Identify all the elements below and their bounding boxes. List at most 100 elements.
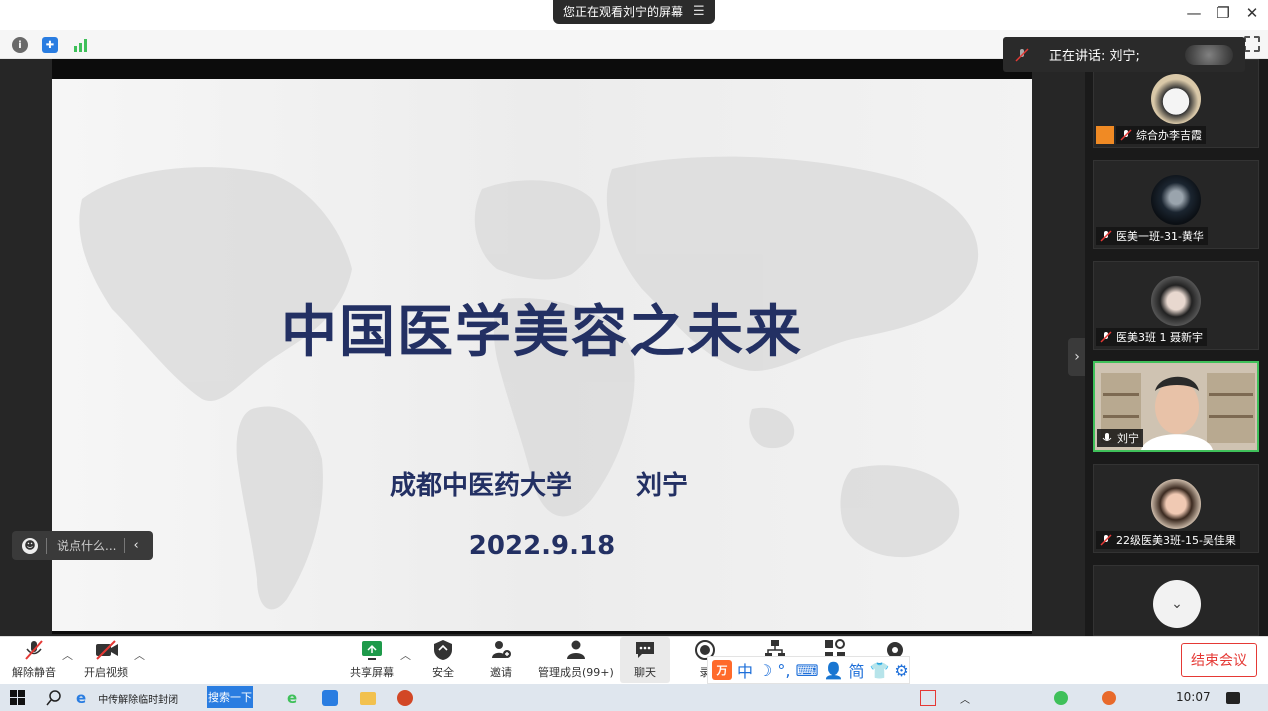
ime-punctuation-icon[interactable]: °,: [777, 661, 790, 680]
video-options-caret[interactable]: ︿: [134, 647, 145, 663]
slide-title: 中国医学美容之未来: [281, 300, 803, 365]
minimize-button[interactable]: —: [1183, 4, 1205, 22]
tray-chevron-icon[interactable]: ︿: [960, 689, 970, 707]
mic-muted-icon: [1120, 129, 1132, 141]
mic-muted-icon: [1100, 534, 1112, 546]
participant-gallery[interactable]: 综合办李吉霞 医美一班-31-黄华 医美3班 1 聂新宇 刘宁 22级医美3班-…: [1085, 59, 1268, 636]
start-video-button[interactable]: 开启视频: [84, 639, 128, 680]
ime-moon-icon[interactable]: ☽: [758, 661, 772, 680]
start-video-label: 开启视频: [84, 666, 128, 679]
avatar: [1151, 479, 1201, 529]
security-button[interactable]: 安全: [432, 639, 454, 680]
menu-icon[interactable]: ☰: [693, 0, 705, 24]
slide-author: 刘宁: [636, 471, 689, 501]
ime-toolbar[interactable]: 万 中 ☽ °, ⌨ 👤 简 👕 ⚙: [707, 656, 910, 684]
share-screen-button[interactable]: 共享屏幕: [350, 639, 394, 680]
speaker-avatar-thumb: [1185, 45, 1233, 65]
windows-taskbar: e 中传解除临时封闭 搜索一下 e ︿ 10:07: [0, 684, 1268, 711]
share-status-text: 您正在观看刘宁的屏幕: [563, 5, 684, 19]
fullscreen-icon[interactable]: [1244, 36, 1260, 52]
shield-icon[interactable]: ✚: [42, 37, 58, 53]
window-title-bar: 您正在观看刘宁的屏幕 ☰ — ❐ ✕: [0, 0, 1268, 30]
members-icon: [565, 639, 587, 661]
camera-off-icon: [95, 639, 118, 661]
host-icon: [1096, 126, 1114, 144]
meeting-toolbar: 解除静音 ︿ 开启视频 ︿ 共享屏幕 ︿ 安全 邀请 管理成员(99+) 聊天 …: [0, 636, 1268, 684]
participant-name: 刘宁: [1117, 432, 1139, 445]
signal-icon[interactable]: [72, 37, 90, 53]
restore-button[interactable]: ❐: [1212, 4, 1234, 22]
invite-label: 邀请: [490, 666, 512, 679]
shared-screen-area: 中国医学美容之未来 成都中医药大学 刘宁 2022.9.18 ☻ 说点什么...…: [0, 59, 1085, 636]
browser-tab[interactable]: e 中传解除临时封闭: [76, 689, 178, 707]
participant-tile-active-speaker[interactable]: 刘宁: [1093, 361, 1259, 452]
scroll-down-button[interactable]: ⌄: [1153, 580, 1201, 628]
folder-icon[interactable]: [360, 689, 376, 707]
add-user-icon: [490, 639, 512, 661]
ime-settings-icon[interactable]: ⚙: [894, 661, 908, 680]
mic-muted-icon: [23, 639, 45, 661]
ime-tray-icon[interactable]: [920, 689, 936, 707]
active-speaker-banner: 正在讲话: 刘宁;: [1003, 37, 1245, 72]
participant-tile[interactable]: 综合办李吉霞: [1093, 59, 1259, 148]
manage-members-label: 管理成员(99+): [538, 666, 614, 679]
avatar: [1151, 175, 1201, 225]
mic-muted-icon: [1100, 331, 1112, 343]
chat-placeholder[interactable]: 说点什么...: [57, 537, 116, 554]
search-icon[interactable]: [46, 689, 62, 707]
mic-muted-icon: [1100, 230, 1112, 242]
meeting-app-icon[interactable]: [322, 689, 338, 707]
notification-icon[interactable]: [1226, 689, 1240, 707]
browser-tab-title: 中传解除临时封闭: [98, 694, 179, 706]
powerpoint-icon[interactable]: [397, 689, 413, 707]
mic-on-icon: [1101, 432, 1113, 444]
ime-user-icon[interactable]: 👤: [824, 661, 844, 680]
participant-name-tag: 医美一班-31-黄华: [1096, 227, 1208, 245]
participant-tile[interactable]: 22级医美3班-15-吴佳果: [1093, 464, 1259, 553]
audio-options-caret[interactable]: ︿: [62, 647, 73, 663]
avatar: [1151, 276, 1201, 326]
security-label: 安全: [432, 666, 454, 679]
participant-tile[interactable]: 医美一班-31-黄华: [1093, 160, 1259, 249]
screen-share-status-pill[interactable]: 您正在观看刘宁的屏幕 ☰: [553, 0, 715, 24]
windows-start-icon[interactable]: [10, 689, 26, 707]
slide-university: 成都中医药大学: [390, 471, 573, 501]
chat-button[interactable]: 聊天: [620, 637, 670, 683]
ime-simplified-mode[interactable]: 简: [848, 658, 864, 682]
mic-muted-icon: [1015, 47, 1029, 62]
invite-button[interactable]: 邀请: [490, 639, 512, 680]
ime-logo[interactable]: 万: [712, 660, 732, 680]
participant-name-tag: 刘宁: [1097, 429, 1143, 447]
gallery-toggle-button[interactable]: ›: [1068, 338, 1086, 376]
ime-keyboard-icon[interactable]: ⌨: [795, 661, 818, 680]
edge-icon[interactable]: e: [287, 689, 297, 707]
slide-date: 2022.9.18: [468, 531, 616, 561]
manage-members-button[interactable]: 管理成员(99+): [538, 639, 614, 680]
quick-chat-input[interactable]: ☻ 说点什么... ‹: [12, 531, 153, 560]
shield-icon: [432, 639, 454, 661]
emoji-icon[interactable]: ☻: [22, 537, 38, 554]
unmute-button[interactable]: 解除静音: [12, 639, 56, 680]
close-button[interactable]: ✕: [1241, 4, 1263, 22]
ime-chinese-mode[interactable]: 中: [737, 658, 753, 682]
participant-tile[interactable]: 医美3班 1 聂新宇: [1093, 261, 1259, 350]
tray-app-icon[interactable]: [1102, 689, 1116, 707]
presentation-slide: 中国医学美容之未来 成都中医药大学 刘宁 2022.9.18: [52, 79, 1032, 631]
participant-name: 综合办李吉霞: [1136, 129, 1202, 142]
ime-skin-icon[interactable]: 👕: [869, 661, 889, 680]
share-options-caret[interactable]: ︿: [400, 647, 411, 663]
search-web-button[interactable]: 搜索一下: [207, 686, 253, 708]
collapse-chevron-icon[interactable]: ‹: [124, 538, 139, 553]
end-meeting-button[interactable]: 结束会议: [1181, 643, 1257, 677]
ie-icon: e: [76, 689, 87, 707]
participant-name: 22级医美3班-15-吴佳果: [1116, 534, 1236, 547]
info-icon[interactable]: i: [12, 37, 28, 53]
system-clock: 10:07: [1176, 690, 1211, 704]
participant-name-tag: 综合办李吉霞: [1116, 126, 1206, 144]
avatar: [1151, 74, 1201, 124]
share-screen-label: 共享屏幕: [350, 666, 394, 679]
participant-name: 医美一班-31-黄华: [1116, 230, 1204, 243]
wechat-icon[interactable]: [1054, 689, 1068, 707]
chat-bubble-icon: [634, 639, 656, 661]
chat-label: 聊天: [634, 666, 656, 679]
